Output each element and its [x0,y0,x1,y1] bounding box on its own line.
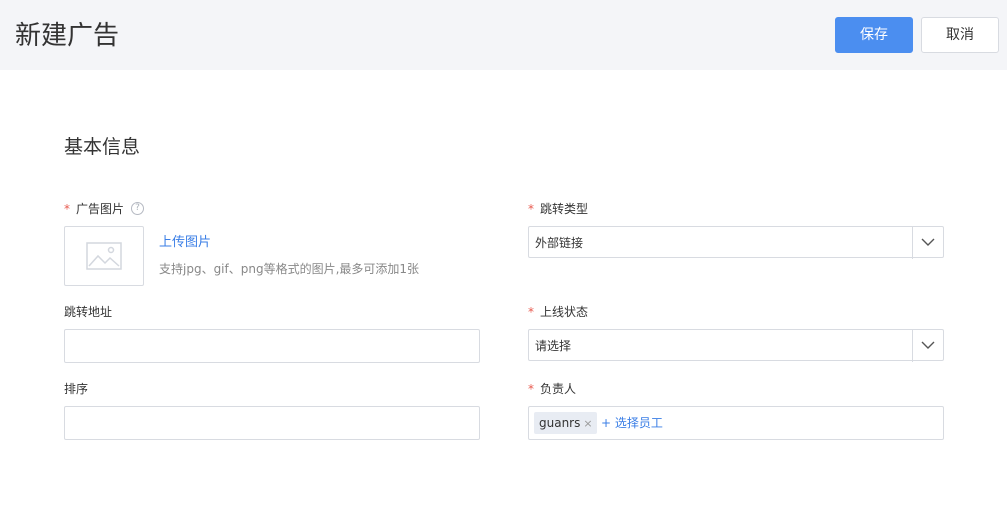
online-status-label: * 上线状态 [528,304,588,320]
online-status-label-text: 上线状态 [540,305,589,319]
image-upload-box[interactable] [64,226,144,286]
jump-type-value: 外部链接 [535,236,584,250]
chevron-down-icon [921,341,935,349]
cancel-button[interactable]: 取消 [921,17,999,53]
required-mark: * [528,305,534,319]
question-circle-icon[interactable]: ? [131,202,144,215]
close-icon[interactable]: × [583,417,592,430]
required-mark: * [64,202,70,216]
online-status-select[interactable]: 请选择 [528,329,944,362]
page-title: 新建广告 [15,21,120,51]
image-placeholder-icon [86,242,122,270]
jump-type-label: * 跳转类型 [528,201,588,217]
jump-type-label-text: 跳转类型 [540,202,589,216]
owner-tag: guanrs × [534,412,597,434]
sort-label: 排序 [64,382,89,396]
save-button[interactable]: 保存 [835,17,913,53]
owner-tag-label: guanrs [539,416,581,430]
required-mark: * [528,382,534,396]
jump-type-dropdown-toggle[interactable] [912,227,943,259]
online-status-value: 请选择 [535,339,572,353]
page-header: 新建广告 保存 取消 [0,0,1007,70]
required-mark: * [528,202,534,216]
jump-url-input[interactable] [64,329,480,363]
owner-label-text: 负责人 [540,382,577,396]
jump-type-select[interactable]: 外部链接 [528,226,944,259]
online-status-dropdown-toggle[interactable] [912,330,943,362]
upload-image-link[interactable]: 上传图片 [159,235,211,251]
select-employee-link[interactable]: + 选择员工 [601,415,663,431]
sort-input[interactable] [64,406,480,440]
ad-image-label: * 广告图片 [64,201,124,217]
upload-hint: 支持jpg、gif、png等格式的图片,最多可添加1张 [159,262,420,276]
owner-label: * 负责人 [528,381,576,397]
section-title: 基本信息 [64,136,141,158]
chevron-down-icon [921,238,935,246]
ad-image-label-text: 广告图片 [76,202,125,216]
owner-field[interactable]: guanrs × + 选择员工 [528,406,944,440]
jump-url-label: 跳转地址 [64,305,113,319]
